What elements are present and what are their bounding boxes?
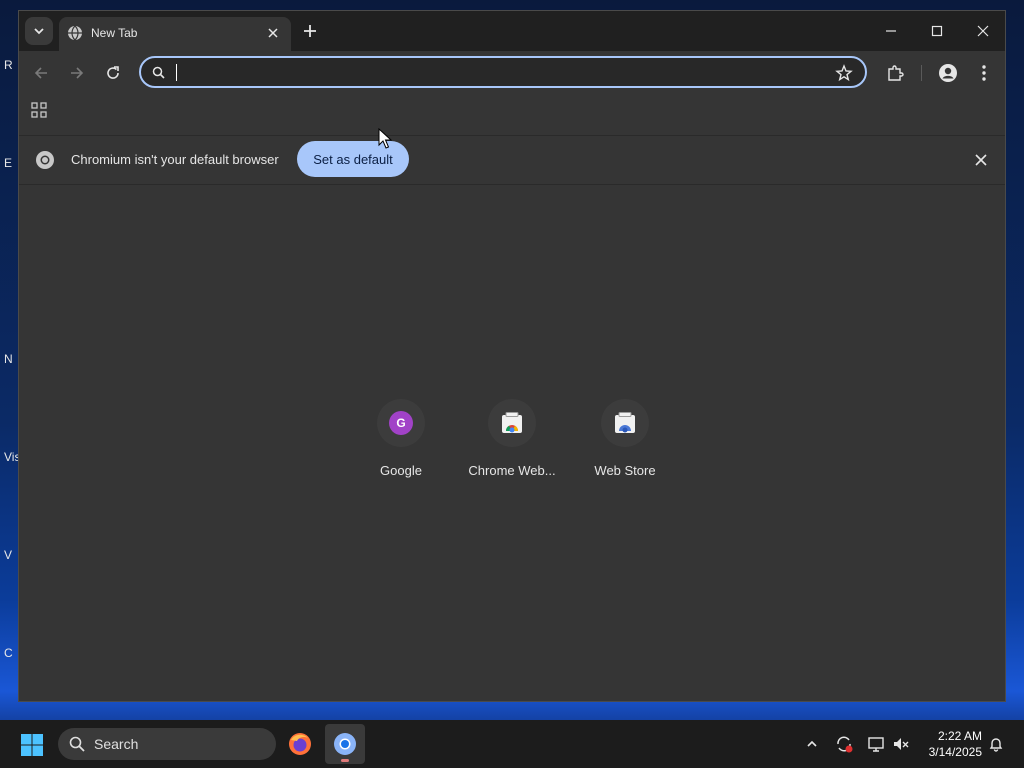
mouse-cursor-icon: [378, 128, 392, 149]
star-icon[interactable]: [835, 64, 853, 82]
profile-icon: [939, 64, 957, 82]
more-vertical-icon: [982, 65, 986, 81]
tab-title: New Tab: [91, 26, 138, 40]
close-icon: [977, 25, 989, 37]
chromium-logo-icon: [36, 151, 54, 169]
shortcut-icon-circle: [601, 399, 649, 447]
volume-muted-icon: [894, 738, 909, 750]
shortcut-label: Chrome Web...: [468, 463, 556, 478]
chromium-icon: [334, 733, 356, 755]
address-bar[interactable]: [139, 56, 867, 88]
shortcut-icon-circle: G: [377, 399, 425, 447]
arrow-left-icon: [34, 67, 47, 79]
taskbar-app-firefox[interactable]: [280, 724, 320, 764]
toolbar-separator: [921, 65, 922, 81]
tab-close-button[interactable]: [263, 23, 283, 43]
shortcut-google[interactable]: G Google: [345, 399, 457, 478]
shortcut-label: Web Store: [594, 463, 656, 478]
taskbar-search-label: Search: [94, 736, 139, 752]
menu-button[interactable]: [972, 61, 996, 85]
taskbar: Search 2:22 AM 3/14/2025: [0, 720, 1024, 768]
shortcut-chrome-web-store[interactable]: Chrome Web...: [456, 399, 568, 478]
firefox-icon: [289, 733, 311, 755]
search-icon: [152, 66, 165, 79]
volume-tray-button[interactable]: [891, 734, 911, 754]
network-icon: [868, 737, 884, 752]
infobar-message: Chromium isn't your default browser: [71, 152, 279, 167]
tab-strip: New Tab: [19, 11, 1005, 51]
default-browser-infobar: Chromium isn't your default browser Set …: [19, 135, 1005, 185]
puzzle-icon: [888, 65, 904, 81]
infobar-close-button[interactable]: [971, 150, 991, 170]
search-icon: [69, 736, 85, 752]
close-icon: [268, 28, 278, 38]
desktop-icon-label[interactable]: E: [4, 156, 18, 170]
network-tray-button[interactable]: [866, 734, 886, 754]
tab-new-tab[interactable]: New Tab: [59, 17, 291, 51]
chevron-down-icon: [34, 28, 44, 35]
bookmarks-bar: [19, 95, 1005, 125]
arrow-right-icon: [71, 67, 84, 79]
clock-date: 3/14/2025: [928, 745, 982, 759]
shortcut-web-store[interactable]: Web Store: [569, 399, 681, 478]
google-letter-icon: G: [389, 411, 413, 435]
forward-button[interactable]: [65, 61, 89, 85]
desktop-icon-label[interactable]: R: [4, 58, 18, 72]
web-store-icon: [615, 412, 635, 433]
text-caret: [176, 64, 177, 81]
reload-button[interactable]: [101, 61, 125, 85]
desktop-icon-label[interactable]: N: [4, 352, 18, 366]
globe-icon: [68, 25, 82, 41]
sync-tray-button[interactable]: [834, 734, 854, 754]
browser-window: New Tab Chromium isn't your default brow…: [18, 10, 1006, 702]
tab-search-button[interactable]: [25, 17, 53, 45]
minimize-button[interactable]: [869, 17, 913, 45]
chevron-up-icon: [807, 740, 817, 747]
new-tab-button[interactable]: [299, 20, 321, 42]
minimize-icon: [886, 30, 896, 32]
desktop-icon-label[interactable]: V: [4, 548, 18, 562]
close-icon: [975, 154, 987, 166]
profile-button[interactable]: [936, 61, 960, 85]
maximize-button[interactable]: [915, 17, 959, 45]
reload-icon: [107, 66, 119, 79]
clock-time: 2:22 AM: [937, 729, 982, 743]
taskbar-search-box[interactable]: Search: [58, 728, 276, 760]
desktop-icon-label[interactable]: Vis: [4, 450, 20, 464]
extensions-button[interactable]: [883, 61, 907, 85]
plus-icon: [304, 25, 316, 37]
taskbar-app-chromium[interactable]: [325, 724, 365, 764]
shortcut-icon-circle: [488, 399, 536, 447]
apps-grid-icon[interactable]: [31, 102, 47, 118]
windows-start-icon[interactable]: [20, 733, 44, 757]
back-button[interactable]: [29, 61, 53, 85]
desktop-icon-label[interactable]: C: [4, 646, 18, 660]
taskbar-clock[interactable]: 2:22 AM 3/14/2025: [916, 728, 982, 760]
toolbar: [19, 51, 1005, 95]
bell-icon: [989, 738, 1003, 752]
sync-alert-icon: [837, 736, 853, 753]
notifications-button[interactable]: [986, 734, 1006, 754]
shortcut-label: Google: [380, 463, 422, 478]
window-close-button[interactable]: [961, 17, 1005, 45]
active-app-indicator: [341, 759, 349, 762]
web-store-icon: [502, 412, 522, 433]
set-as-default-button[interactable]: Set as default: [297, 141, 409, 177]
maximize-icon: [931, 25, 943, 37]
show-hidden-icons-button[interactable]: [802, 734, 822, 754]
address-input[interactable]: [175, 61, 819, 85]
